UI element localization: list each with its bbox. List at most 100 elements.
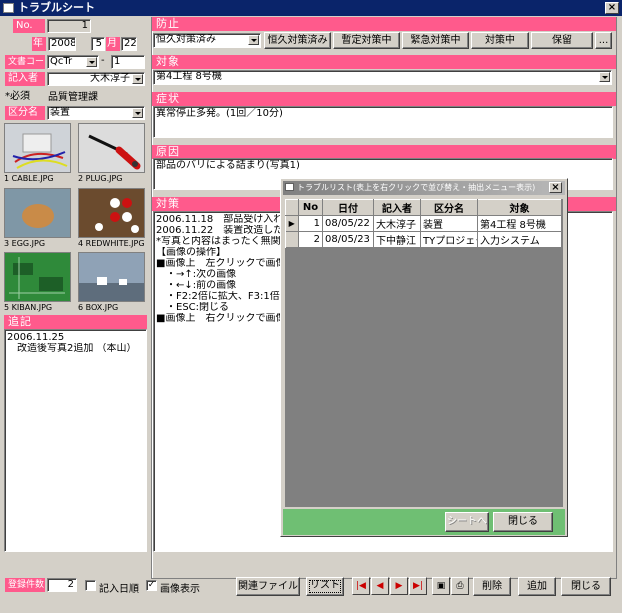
sheet-button[interactable]: シートへ bbox=[445, 512, 489, 532]
thumbnail-plug[interactable] bbox=[78, 123, 145, 173]
chevron-down-icon[interactable] bbox=[86, 57, 97, 67]
year-label: 年 bbox=[32, 37, 46, 51]
first-record-icon[interactable]: |◀ bbox=[352, 577, 370, 595]
doc-code-value: QcTr bbox=[50, 56, 73, 67]
cause-text: 部品のバリによる詰まり(写真1) bbox=[156, 160, 300, 171]
close-button[interactable]: 閉じる bbox=[561, 577, 611, 596]
chevron-down-icon[interactable] bbox=[132, 108, 143, 118]
table-cell[interactable]: 入力システム bbox=[477, 231, 562, 248]
thumbnail-caption: 5 KIBAN.JPG bbox=[4, 303, 53, 312]
thumbnail-caption: 1 CABLE.JPG bbox=[4, 174, 54, 183]
status-button-inprogress[interactable]: 対策中 bbox=[471, 32, 529, 49]
add-button[interactable]: 追加 bbox=[518, 577, 556, 596]
thumbnail-caption: 4 REDWHITE.JPG bbox=[78, 239, 145, 248]
column-header-category[interactable]: 区分名 bbox=[420, 199, 478, 216]
redwhite-photo bbox=[95, 198, 139, 233]
print-icon[interactable]: ⎙ bbox=[451, 577, 469, 595]
target-select[interactable]: 第4工程 8号機 bbox=[153, 70, 612, 85]
day-field[interactable]: 22 bbox=[121, 37, 137, 51]
egg-photo bbox=[22, 204, 54, 228]
status-button-emergency[interactable]: 緊急対策中 bbox=[402, 32, 469, 49]
column-header-reporter[interactable]: 記入者 bbox=[373, 199, 421, 216]
symptom-text: 異常停止多発。(1回／10分) bbox=[156, 108, 283, 119]
target-header: 対象 bbox=[152, 55, 616, 69]
dialog-close-action-button[interactable]: 閉じる bbox=[493, 512, 553, 532]
box-photo bbox=[79, 277, 144, 301]
table-cell[interactable]: 1 bbox=[298, 215, 323, 232]
notes-line: 改造後写真2追加 （本山） bbox=[7, 343, 137, 354]
column-header-target[interactable]: 対象 bbox=[477, 199, 562, 216]
table-cell[interactable]: 08/05/22 bbox=[322, 215, 374, 232]
reporter-label: 記入者 bbox=[5, 72, 45, 86]
last-record-icon[interactable]: ▶| bbox=[409, 577, 427, 595]
department-text: 品質管理課 bbox=[48, 92, 98, 103]
status-button-permanent[interactable]: 恒久対策済み bbox=[264, 32, 331, 49]
thumbnail-caption: 6 BOX.JPG bbox=[78, 303, 119, 312]
column-header-no[interactable]: No bbox=[298, 199, 323, 216]
doc-code-select[interactable]: QcTr bbox=[47, 55, 99, 69]
status-button-hold[interactable]: 保留 bbox=[531, 32, 593, 49]
chevron-down-icon[interactable] bbox=[248, 35, 259, 45]
table-cell[interactable]: 大木淳子 bbox=[373, 215, 421, 232]
more-button[interactable]: ... bbox=[595, 32, 612, 49]
notes-line: 2006.11.25 bbox=[7, 332, 65, 343]
delete-button[interactable]: 削除 bbox=[473, 577, 511, 596]
window-title: トラブルシート bbox=[18, 1, 95, 14]
year-field[interactable]: 2008 bbox=[48, 37, 76, 51]
dialog-grid-area: No 日付 記入者 区分名 対象 ▶ 1 08/05/22 大木淳子 装置 第4… bbox=[285, 199, 563, 507]
table-row[interactable]: ▶ 1 08/05/22 大木淳子 装置 第4工程 8号機 bbox=[285, 215, 562, 232]
table-cell[interactable]: 第4工程 8号機 bbox=[477, 215, 562, 232]
table-cell[interactable]: TYプロジェクト bbox=[420, 231, 478, 248]
show-image-checkbox[interactable]: ✓ bbox=[146, 580, 157, 591]
app-icon bbox=[3, 3, 14, 13]
prevention-select[interactable]: 恒久対策済み bbox=[153, 33, 261, 48]
symptom-textarea[interactable]: 異常停止多発。(1回／10分) bbox=[153, 106, 613, 138]
doc-code-label: 文書コード bbox=[5, 55, 45, 81]
thumbnail-caption: 2 PLUG.JPG bbox=[78, 174, 123, 183]
table-cell[interactable]: 下中静江 bbox=[373, 231, 421, 248]
dialog-title-bar: トラブルリスト(表上を右クリックで並び替え・抽出メニュー表示) bbox=[283, 181, 565, 195]
month-field[interactable]: 5 bbox=[91, 37, 105, 51]
current-row-indicator-icon: ▶ bbox=[285, 215, 299, 232]
table-row[interactable]: 2 08/05/23 下中静江 TYプロジェクト 入力システム bbox=[285, 231, 562, 248]
dialog-close-button[interactable]: × bbox=[549, 182, 562, 193]
row-selector-header bbox=[285, 199, 299, 216]
table-cell[interactable]: 装置 bbox=[420, 215, 478, 232]
notes-textarea[interactable]: 2006.11.25 改造後写真2追加 （本山） bbox=[4, 329, 147, 552]
next-record-icon[interactable]: ▶ bbox=[390, 577, 408, 595]
chevron-down-icon[interactable] bbox=[599, 72, 610, 82]
entry-date-checkbox[interactable] bbox=[85, 580, 96, 591]
doc-code-separator: - bbox=[101, 55, 105, 66]
thumbnail-kiban[interactable] bbox=[4, 252, 71, 302]
symptom-header: 症状 bbox=[152, 92, 616, 106]
window-close-button[interactable]: × bbox=[605, 2, 619, 14]
reporter-value: 大木淳子 bbox=[90, 73, 130, 84]
thumbnail-egg[interactable] bbox=[4, 188, 71, 238]
related-files-button[interactable]: 関連ファイル bbox=[236, 577, 300, 596]
previous-record-icon[interactable]: ◀ bbox=[371, 577, 389, 595]
category-label: 区分名 bbox=[5, 106, 45, 120]
table-cell[interactable]: 08/05/23 bbox=[322, 231, 374, 248]
status-button-interim[interactable]: 暫定対策中 bbox=[333, 32, 400, 49]
trouble-list-table[interactable]: No 日付 記入者 区分名 対象 ▶ 1 08/05/22 大木淳子 装置 第4… bbox=[285, 199, 562, 248]
category-select[interactable]: 装置 bbox=[47, 106, 145, 120]
column-header-date[interactable]: 日付 bbox=[322, 199, 374, 216]
category-value: 装置 bbox=[50, 107, 70, 118]
row-selector[interactable] bbox=[285, 231, 299, 248]
trouble-list-dialog: トラブルリスト(表上を右クリックで並び替え・抽出メニュー表示) × No 日付 … bbox=[280, 178, 568, 537]
prevention-value: 恒久対策済み bbox=[156, 34, 216, 45]
table-cell[interactable]: 2 bbox=[298, 231, 323, 248]
dialog-icon bbox=[285, 183, 294, 191]
print-preview-icon[interactable]: ▣ bbox=[432, 577, 450, 595]
entry-date-label: 記入日順 bbox=[99, 584, 139, 595]
thumbnail-cable[interactable] bbox=[4, 123, 71, 173]
thumbnail-redwhite[interactable] bbox=[78, 188, 145, 238]
list-button[interactable]: リスト bbox=[306, 577, 344, 596]
chevron-down-icon[interactable] bbox=[132, 74, 143, 84]
cable-photo bbox=[12, 133, 68, 169]
thumbnail-box[interactable] bbox=[78, 252, 145, 302]
no-field: 1 bbox=[47, 19, 91, 33]
doc-code-number[interactable]: 1 bbox=[111, 55, 145, 69]
show-image-label: 画像表示 bbox=[160, 584, 200, 595]
reporter-select[interactable]: 大木淳子 bbox=[47, 72, 145, 86]
